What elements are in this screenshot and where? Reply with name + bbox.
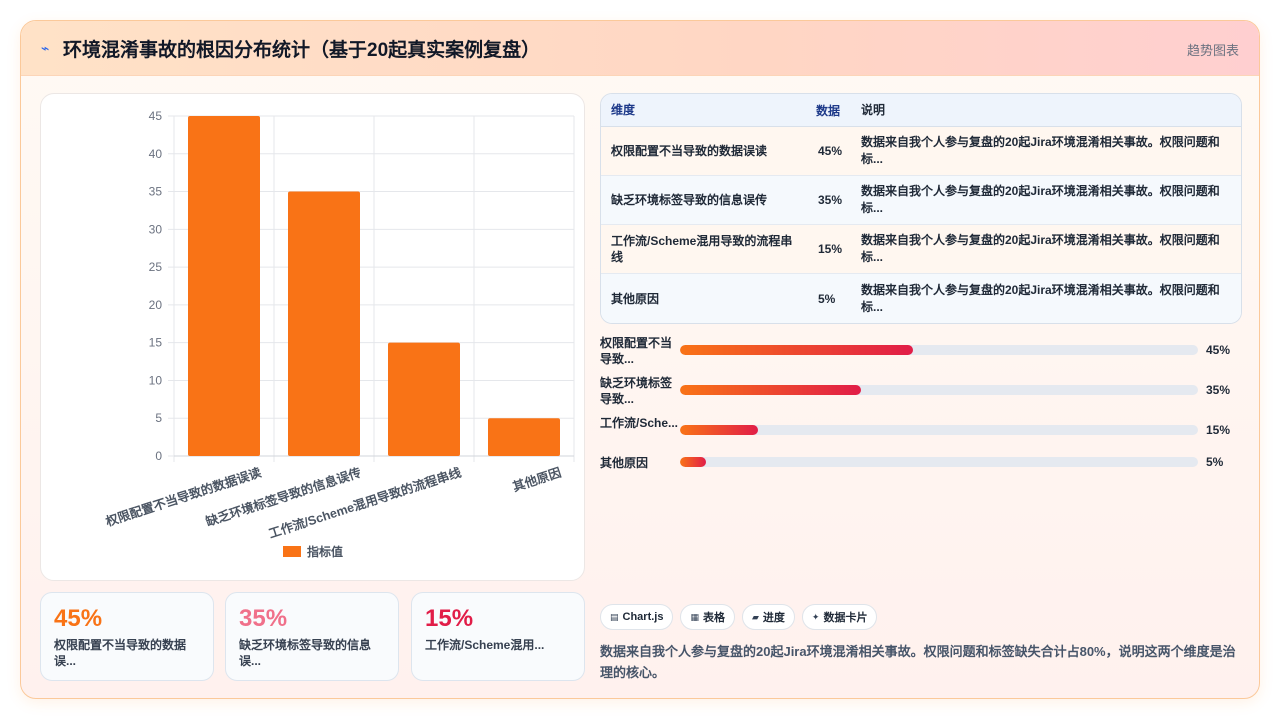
cell-note: 数据来自我个人参与复盘的20起Jira环境混淆相关事故。权限问题和标... [861,135,1220,166]
progress-track [680,425,1198,435]
cell-value: 45% [818,144,843,158]
bar [488,418,560,456]
progress-track [680,457,1198,467]
y-tick-label: 20 [149,298,163,312]
progress-fill [680,385,862,395]
bar [288,191,360,457]
progress-label: 其他原因 [600,456,649,470]
chip-label: Chart.js [622,611,664,623]
chip-label: 表格 [703,612,725,624]
y-tick-label: 5 [155,411,162,425]
table-header: 维度 数据 说明 [601,94,1241,127]
progress-row: 缺乏环境标签导致... 35% [600,373,1242,413]
y-tick-label: 0 [155,449,162,463]
progress-label: 权限配置不当导致... [600,336,673,366]
progress-fill [680,457,706,467]
progress-track [680,385,1198,395]
bar [388,342,460,456]
cell-dimension: 工作流/Scheme混用导致的流程串线 [611,234,793,264]
stat-value: 45% [54,605,103,632]
stat-card: 15% 工作流/Scheme混用... [411,592,585,681]
stat-value: 15% [425,605,474,632]
y-tick-label: 45 [149,109,163,123]
chip-label: 数据卡片 [823,612,868,624]
chip-data-card[interactable]: ✦ 数据卡片 [801,604,878,630]
chip-table[interactable]: ▦ 表格 [680,604,735,630]
tag-chips: ▤ Chart.js ▦ 表格 ▰ 进度 ✦ 数据卡片 [600,604,878,630]
progress-value: 15% [1206,423,1231,437]
y-tick-label: 25 [149,260,163,274]
y-tick-label: 40 [149,147,163,161]
cell-value: 35% [818,193,843,207]
progress-label: 缺乏环境标签导致... [600,376,673,406]
cell-value: 15% [818,242,843,256]
bar-chart: 0 5 10 15 20 25 30 35 40 45 权限配置不当导致的数据误读缺乏环境标签导致的… [103,109,575,559]
chart-icon: ⌁ [41,39,50,56]
header-dimension: 维度 [611,103,636,117]
bar [188,116,260,456]
stat-label: 权限配置不当导致的数据误... [54,638,187,668]
progress-fill [680,345,914,355]
chart-icon: ▤ [610,611,619,622]
description: 数据来自我个人参与复盘的20起Jira环境混淆相关事故。权限问题和标签缺失合计占… [600,644,1236,680]
stat-card: 35% 缺乏环境标签导致的信息误... [225,592,399,681]
progress-list: 权限配置不当导致... 45% 缺乏环境标签导致... 35% 工作流/Sche… [600,333,1242,483]
sparkle-icon: ✦ [811,611,820,622]
x-tick-label: 缺乏环境标签导致的信息误传 [204,464,364,529]
stat-value: 35% [239,605,288,632]
cell-dimension: 权限配置不当导致的数据误读 [611,144,768,158]
cell-note: 数据来自我个人参与复盘的20起Jira环境混淆相关事故。权限问题和标... [861,282,1220,314]
table-row: 工作流/Scheme混用导致的流程串线 15% 数据来自我个人参与复盘的20起J… [601,225,1241,274]
x-tick-label: 其他原因 [511,465,563,495]
progress-row: 工作流/Sche... 15% [600,413,1242,453]
table-row: 其他原因 5% 数据来自我个人参与复盘的20起Jira环境混淆相关事故。权限问题… [601,274,1241,323]
table-icon: ▦ [690,611,699,622]
page-title: 环境混淆事故的根因分布统计（基于20起真实案例复盘） [63,39,541,61]
chip-progress[interactable]: ▰ 进度 [742,604,795,630]
cell-dimension: 其他原因 [611,291,660,306]
y-tick-label: 30 [149,222,163,236]
progress-row: 其他原因 5% [600,453,1242,483]
stat-label: 工作流/Scheme混用... [425,638,545,652]
stat-label: 缺乏环境标签导致的信息误... [239,638,372,668]
cell-note: 数据来自我个人参与复盘的20起Jira环境混淆相关事故。权限问题和标... [861,233,1220,264]
x-tick-label: 工作流/Scheme混用导致的流程串线 [267,464,464,541]
cell-value: 5% [818,291,836,306]
table-row: 缺乏环境标签导致的信息误传 35% 数据来自我个人参与复盘的20起Jira环境混… [601,176,1241,225]
progress-label: 工作流/Sche... [600,416,679,430]
stat-card: 45% 权限配置不当导致的数据误... [40,592,214,681]
header-value: 数据 [816,103,841,118]
progress-value: 35% [1206,383,1231,397]
y-tick-label: 15 [149,336,163,350]
report-card: ⌁ 环境混淆事故的根因分布统计（基于20起真实案例复盘） 趋势图表 0 5 10 15… [20,20,1260,699]
header: ⌁ 环境混淆事故的根因分布统计（基于20起真实案例复盘） 趋势图表 [21,21,1259,76]
table-row: 权限配置不当导致的数据误读 45% 数据来自我个人参与复盘的20起Jira环境混… [601,127,1241,176]
progress-fill [680,425,758,435]
chip-label: 进度 [762,612,785,624]
progress-value: 5% [1206,455,1224,469]
bar-chart-panel: 0 5 10 15 20 25 30 35 40 45 权限配置不当导致的数据误读 缺乏环境标签导致的… [40,93,585,581]
x-tick-label: 权限配置不当导致的数据误读 [103,464,264,529]
trend-chart-link[interactable]: 趋势图表 [1187,40,1239,59]
y-tick-label: 10 [149,373,163,387]
progress-row: 权限配置不当导致... 45% [600,333,1242,373]
header-note: 说明 [861,102,886,117]
y-tick-label: 35 [149,185,163,199]
data-table: 维度 数据 说明 权限配置不当导致的数据误读 45% 数据来自我个人参与复盘的2… [600,93,1242,324]
legend-label: 指标值 [307,544,343,559]
progress-value: 45% [1206,343,1231,357]
cell-dimension: 缺乏环境标签导致的信息误传 [611,193,768,207]
cell-note: 数据来自我个人参与复盘的20起Jira环境混淆相关事故。权限问题和标... [861,184,1220,215]
progress-track [680,345,1198,355]
chip-chartjs[interactable]: ▤ Chart.js [600,604,674,630]
legend-swatch [283,546,301,557]
progress-icon: ▰ [752,611,759,622]
